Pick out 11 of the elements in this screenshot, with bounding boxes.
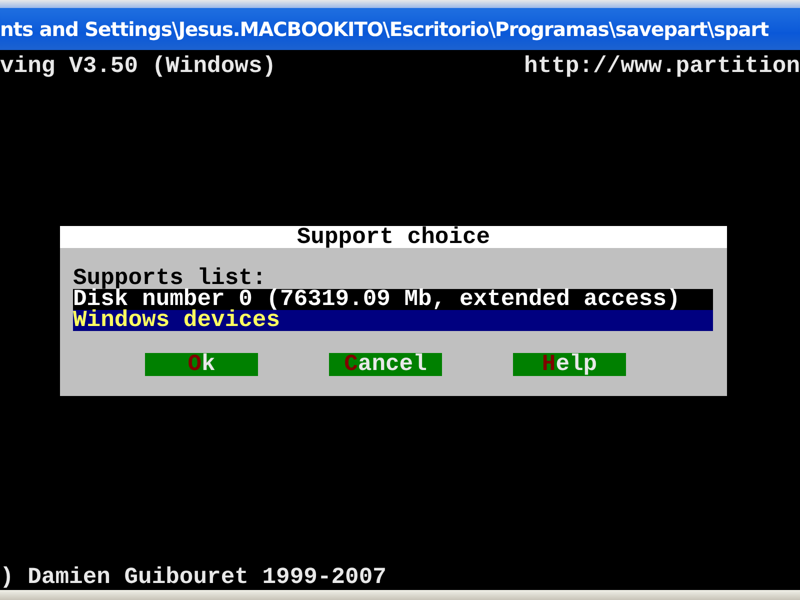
copyright-text: ) Damien Guibouret 1999-2007 (0, 567, 388, 590)
list-item[interactable]: Windows devices (73, 310, 713, 331)
website-url: http://www.partition (524, 56, 800, 77)
window-title: nts and Settings\Jesus.MACBOOKITO\Escritorio\Programas\savepart\spart (0, 18, 768, 40)
program-version: ving V3.50 (Windows) (0, 56, 276, 77)
dialog-title: Support choice (296, 226, 490, 248)
list-label: Supports list: (73, 268, 268, 289)
dialog-button[interactable]: Cancel (329, 353, 442, 376)
list-item[interactable]: Disk number 0 (76319.09 Mb, extended access) (73, 289, 713, 310)
dialog-button[interactable]: Help (513, 353, 626, 376)
dialog-button[interactable]: Ok (145, 353, 258, 376)
